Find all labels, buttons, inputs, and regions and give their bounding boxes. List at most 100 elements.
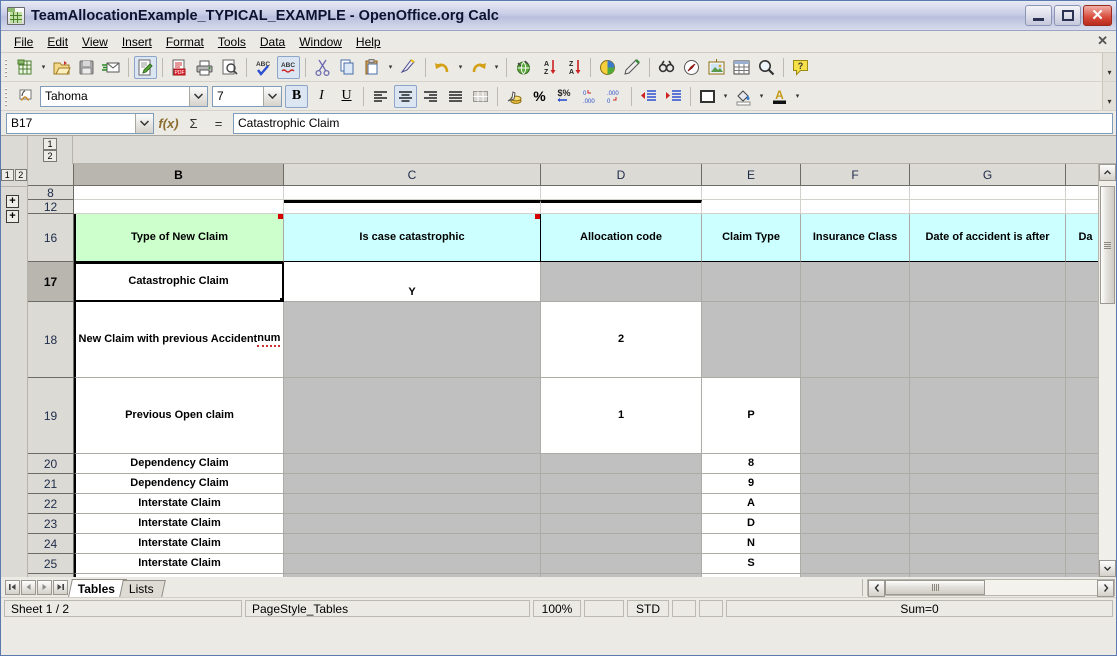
cell-E21[interactable]: 9: [702, 474, 801, 494]
underline-button[interactable]: U: [335, 85, 358, 108]
cell-B24[interactable]: Interstate Claim: [74, 534, 284, 554]
cell-C21[interactable]: [284, 474, 541, 494]
export-pdf-button[interactable]: PDF: [168, 56, 191, 79]
cell-E25[interactable]: S: [702, 554, 801, 574]
cell-E18[interactable]: [702, 302, 801, 378]
input-line[interactable]: [233, 113, 1113, 134]
new-document-dropdown[interactable]: ▾: [38, 56, 49, 79]
hyperlink-button[interactable]: [512, 56, 535, 79]
navigator-button[interactable]: [680, 56, 703, 79]
first-sheet-button[interactable]: [5, 580, 20, 595]
cell-D16[interactable]: Allocation code: [541, 214, 702, 262]
select-all-corner[interactable]: [28, 164, 74, 186]
cell-F8[interactable]: [801, 186, 910, 200]
align-center-button[interactable]: [394, 85, 417, 108]
last-sheet-button[interactable]: [53, 580, 68, 595]
cell-C19[interactable]: [284, 378, 541, 454]
cell-C26[interactable]: [284, 574, 541, 577]
cell-F20[interactable]: [801, 454, 910, 474]
horizontal-scrollbar[interactable]: [867, 579, 1115, 596]
cell-B21[interactable]: Dependency Claim: [74, 474, 284, 494]
row-outline-level-2[interactable]: 2: [15, 169, 28, 181]
cell-D20[interactable]: [541, 454, 702, 474]
cell-E23[interactable]: D: [702, 514, 801, 534]
menu-format[interactable]: Format: [159, 33, 211, 51]
background-color-dropdown[interactable]: ▾: [756, 85, 767, 108]
scroll-up-button[interactable]: [1099, 164, 1116, 181]
align-left-button[interactable]: [369, 85, 392, 108]
sheet-tab-tables[interactable]: Tables: [68, 579, 127, 597]
sort-ascending-button[interactable]: AZ: [537, 56, 560, 79]
cell-D17[interactable]: [541, 262, 702, 302]
format-currency-button[interactable]: [503, 85, 526, 108]
cell-F16[interactable]: Insurance Class: [801, 214, 910, 262]
cell-G17[interactable]: [910, 262, 1066, 302]
cell-C20[interactable]: [284, 454, 541, 474]
increase-indent-button[interactable]: [662, 85, 685, 108]
scroll-left-button[interactable]: [868, 580, 885, 597]
cell-E19[interactable]: P: [702, 378, 801, 454]
cell-F23[interactable]: [801, 514, 910, 534]
spelling-button[interactable]: ABC: [252, 56, 275, 79]
cell-D24[interactable]: [541, 534, 702, 554]
undo-dropdown[interactable]: ▾: [455, 56, 466, 79]
cell-C16[interactable]: Is case catastrophic: [284, 214, 541, 262]
function-wizard-icon[interactable]: f(x): [156, 113, 181, 134]
scroll-right-button[interactable]: [1097, 580, 1114, 597]
help-button[interactable]: ?: [789, 56, 812, 79]
cell-G8[interactable]: [910, 186, 1066, 200]
cell-B22[interactable]: Interstate Claim: [74, 494, 284, 514]
row-header-24[interactable]: 24: [28, 534, 74, 554]
menu-insert[interactable]: Insert: [115, 33, 159, 51]
cell-C22[interactable]: [284, 494, 541, 514]
cell-G23[interactable]: [910, 514, 1066, 534]
row-header-21[interactable]: 21: [28, 474, 74, 494]
cell-G25[interactable]: [910, 554, 1066, 574]
cell-C23[interactable]: [284, 514, 541, 534]
page-preview-button[interactable]: [218, 56, 241, 79]
font-name-input[interactable]: [41, 87, 189, 106]
cell-F21[interactable]: [801, 474, 910, 494]
row-header-19[interactable]: 19: [28, 378, 74, 454]
cell-E20[interactable]: 8: [702, 454, 801, 474]
redo-dropdown[interactable]: ▾: [491, 56, 502, 79]
column-header-E[interactable]: E: [702, 164, 801, 186]
clone-formatting-button[interactable]: [397, 56, 420, 79]
cell-B20[interactable]: Dependency Claim: [74, 454, 284, 474]
font-name-combo[interactable]: [40, 86, 208, 107]
row-header-25[interactable]: 25: [28, 554, 74, 574]
row-header-16[interactable]: 16: [28, 214, 74, 262]
toolbar-grip-icon[interactable]: [3, 57, 10, 78]
cell-C18[interactable]: [284, 302, 541, 378]
bold-button[interactable]: B: [285, 85, 308, 108]
find-and-replace-button[interactable]: [655, 56, 678, 79]
menu-help[interactable]: Help: [349, 33, 388, 51]
undo-button[interactable]: [431, 56, 454, 79]
cell-B18[interactable]: New Claim with previous Accident num: [74, 302, 284, 378]
previous-sheet-button[interactable]: [21, 580, 36, 595]
cell-F12[interactable]: [801, 200, 910, 214]
cell-B16[interactable]: Type of New Claim: [74, 214, 284, 262]
cell-D26[interactable]: [541, 574, 702, 577]
function-equals-icon[interactable]: =: [206, 113, 231, 134]
cell-G26[interactable]: [910, 574, 1066, 577]
delete-decimal-place-button[interactable]: .0000: [603, 85, 626, 108]
cell-D25[interactable]: [541, 554, 702, 574]
cell-E22[interactable]: A: [702, 494, 801, 514]
cell-G12[interactable]: [910, 200, 1066, 214]
vertical-scroll-thumb[interactable]: [1100, 186, 1115, 304]
sort-descending-button[interactable]: ZA: [562, 56, 585, 79]
open-document-button[interactable]: [50, 56, 73, 79]
cut-button[interactable]: [311, 56, 334, 79]
cell-E16[interactable]: Claim Type: [702, 214, 801, 262]
cell-B12[interactable]: [74, 200, 284, 214]
font-color-dropdown[interactable]: ▾: [792, 85, 803, 108]
save-document-button[interactable]: [75, 56, 98, 79]
font-size-dropdown-icon[interactable]: [263, 87, 281, 106]
font-name-dropdown-icon[interactable]: [189, 87, 207, 106]
row-header-26[interactable]: 26: [28, 574, 74, 577]
justify-button[interactable]: [444, 85, 467, 108]
cell-D23[interactable]: [541, 514, 702, 534]
formatting-toolbar-overflow[interactable]: ▾: [1102, 82, 1116, 110]
minimize-button[interactable]: [1025, 5, 1052, 26]
